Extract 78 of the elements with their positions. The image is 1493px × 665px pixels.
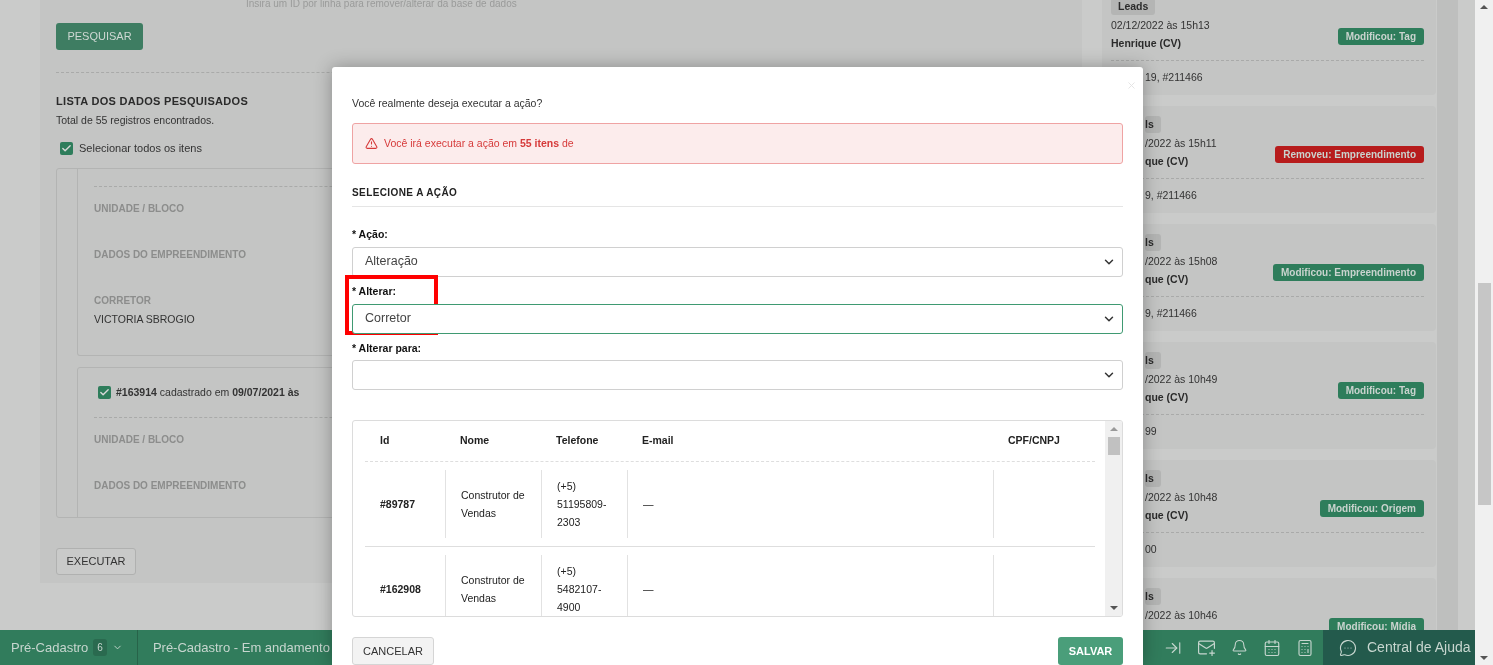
warning-icon [365, 136, 378, 150]
checkbox[interactable] [60, 142, 73, 155]
status-badge: Modificou: Tag [1337, 28, 1424, 45]
select-field[interactable]: Alteração [352, 246, 1123, 277]
table-cell-text: #89787 [380, 497, 416, 513]
column-header: Telefone [556, 433, 599, 449]
table-scrollbar[interactable] [1105, 421, 1122, 616]
select-field[interactable] [352, 360, 1123, 391]
activity-user: Henrique (CV) [1111, 36, 1181, 51]
checkbox[interactable] [98, 386, 111, 400]
help-button[interactable]: Central de Ajuda [1323, 630, 1475, 665]
activity-date: /2022 às 10h49 [1145, 372, 1218, 387]
table-cell-text: Construtor de Vendas [461, 573, 526, 607]
field-label: * Alterar: [352, 283, 396, 299]
tab-label: Pré-Cadastro - Em andamento [152, 638, 330, 657]
chat-icon [1339, 638, 1357, 657]
activity-user: que (CV) [1145, 390, 1189, 405]
check-icon [61, 143, 72, 154]
alert-text: Você irá executar a ação em 55 itens de [384, 135, 574, 151]
total-text: Total de 55 registros encontrados. [56, 112, 215, 128]
field-label: UNIDADE / BLOCO [94, 201, 184, 216]
column-header: CPF/CNPJ [1008, 433, 1060, 449]
table-cell-text: #162908 [380, 582, 421, 598]
execute-button[interactable]: EXECUTAR [56, 547, 136, 575]
record-header: #163914 cadastrado em 09/07/2021 às [116, 384, 300, 400]
calculator-icon[interactable] [1296, 638, 1314, 657]
source-tag: ls [1145, 116, 1161, 133]
source-tag: Leads [1111, 0, 1156, 15]
source-tag: ls [1145, 588, 1161, 605]
select-field[interactable]: Corretor [352, 303, 1123, 334]
envelope-plus-icon[interactable] [1197, 638, 1216, 657]
record-ids: 19, #211466 [1145, 70, 1203, 85]
activity-user: que (CV) [1145, 154, 1189, 169]
section-title: SELECIONE A AÇÃO [352, 185, 458, 201]
column-header: Id [380, 433, 390, 449]
record-ids: 9, #211466 [1145, 306, 1197, 321]
count-badge: 6 [93, 639, 107, 656]
bar-tab[interactable]: Pré-Cadastro 6 [0, 630, 138, 665]
table-cell-text: — [643, 582, 654, 598]
activity-date: /2022 às 15h08 [1145, 254, 1218, 269]
activity-date: /2022 às 10h46 [1145, 608, 1218, 623]
source-tag: ls [1145, 352, 1161, 369]
field-label: DADOS DO EMPREENDIMENTO [94, 478, 247, 493]
status-badge: Modificou: Origem [1319, 500, 1424, 517]
field-label: DADOS DO EMPREENDIMENTO [94, 247, 247, 262]
table-cell-text: (+5) 51195809-2303 [557, 479, 608, 531]
column-header: E-mail [642, 433, 674, 449]
tab-label: Pré-Cadastro [11, 638, 89, 657]
source-tag: ls [1145, 234, 1161, 251]
activity-date: /2022 às 15h11 [1145, 136, 1217, 151]
table-cell-text: Construtor de Vendas [461, 488, 526, 522]
activity-user: que (CV) [1145, 508, 1189, 523]
activity-date: 02/12/2022 às 15h13 [1111, 18, 1210, 33]
page-scrollbar[interactable] [1475, 0, 1493, 665]
status-badge: Modificou: Tag [1337, 382, 1424, 399]
dialog-question: Você realmente deseja executar a ação? [352, 96, 543, 111]
status-badge: Removeu: Empreendimento [1275, 146, 1424, 163]
select-all-label[interactable]: Selecionar todos os itens [79, 140, 202, 157]
status-badge: Modificou: Empreendimento [1273, 264, 1424, 281]
table-cell-text: — [643, 497, 654, 513]
activity-date: /2022 às 10h48 [1145, 490, 1218, 505]
field-label: UNIDADE / BLOCO [94, 432, 184, 447]
bell-icon[interactable] [1231, 639, 1248, 656]
cancel-button[interactable]: CANCELAR [352, 637, 434, 665]
record-ids: 99 [1145, 424, 1157, 439]
field-value: VICTORIA SBROGIO [94, 311, 195, 327]
list-title: LISTA DOS DADOS PESQUISADOS [56, 94, 249, 109]
calendar-icon[interactable] [1263, 638, 1281, 657]
record-ids: 9, #211466 [1145, 188, 1197, 203]
status-badge: Modificou: Mídia [1329, 618, 1424, 630]
field-label: * Alterar para: [352, 340, 422, 356]
source-tag: ls [1145, 470, 1161, 487]
table-cell-text: (+5) 5482107-4900 [557, 564, 603, 616]
record-ids: 00 [1145, 542, 1157, 557]
activity-user: que (CV) [1145, 272, 1189, 287]
field-label: * Ação: [352, 227, 388, 243]
column-header: Nome [460, 433, 490, 449]
field-label: CORRETOR [94, 293, 152, 308]
